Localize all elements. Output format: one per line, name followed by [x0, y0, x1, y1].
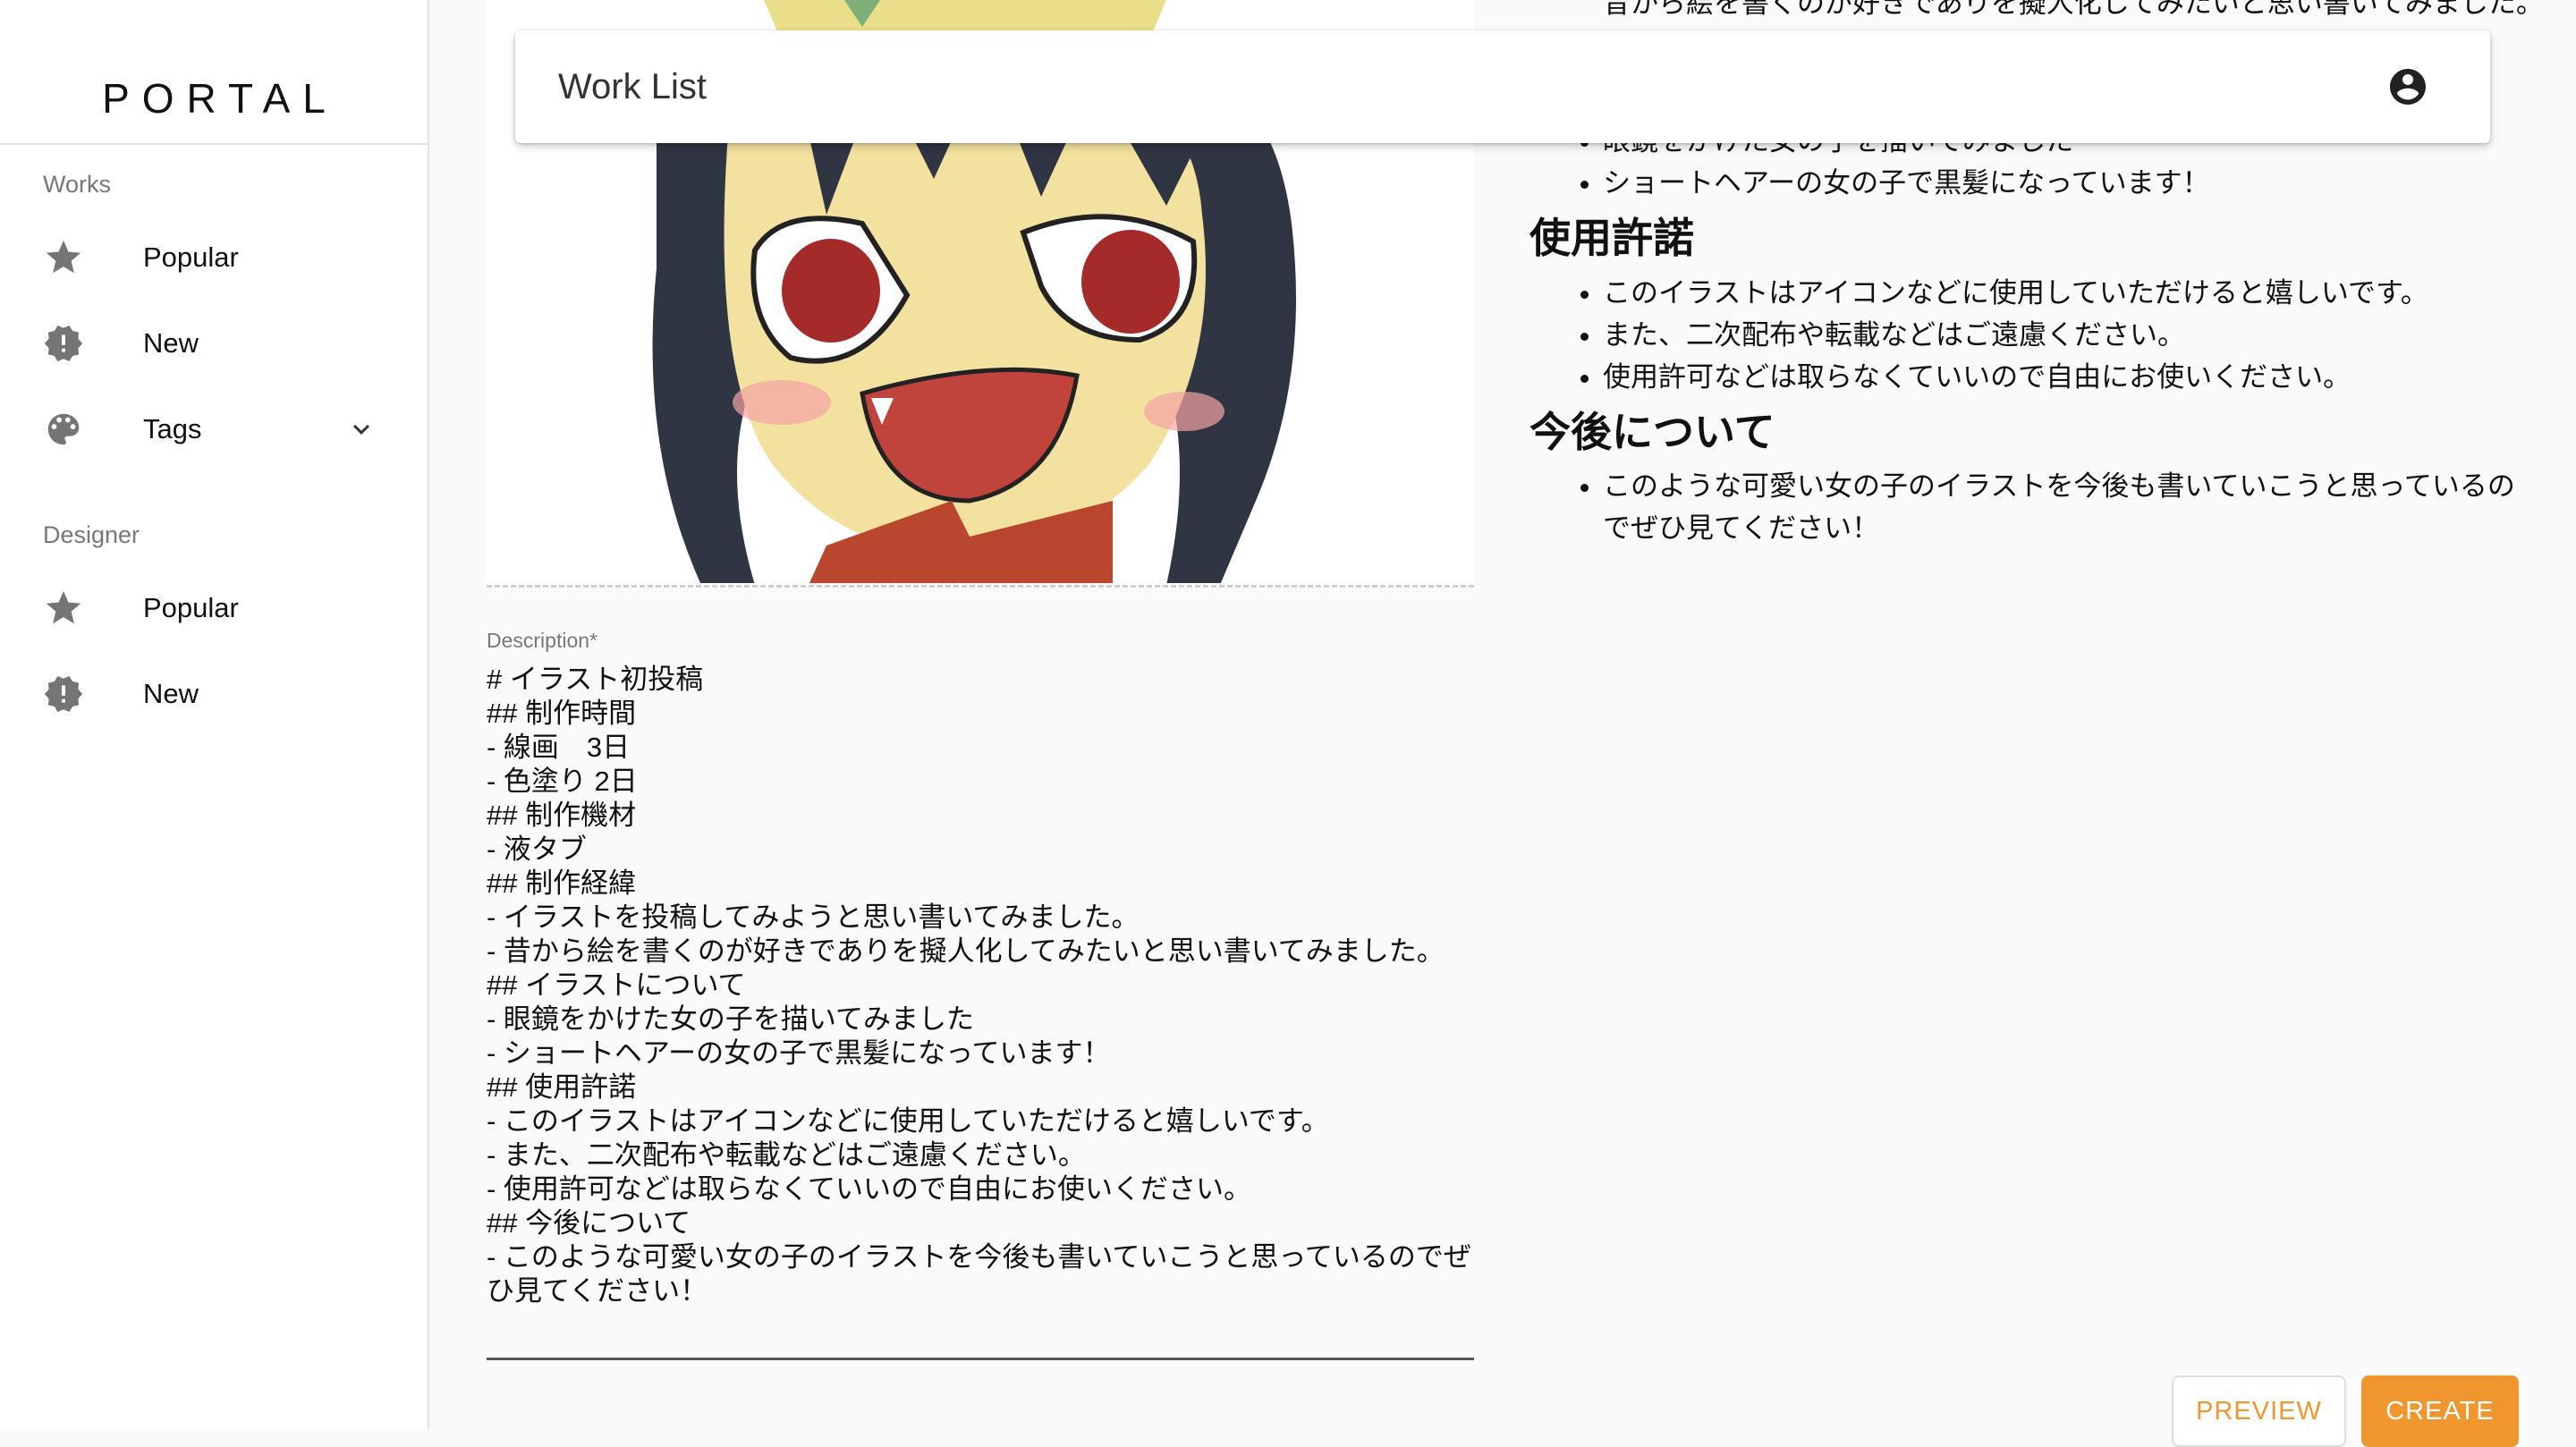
preview-cutoff-text: 昔から絵を書くのが好きでありを擬人化してみたいと思い書いてみました。 — [1603, 0, 2544, 19]
brand-logo[interactable]: PORTAL — [0, 0, 428, 145]
star-icon — [43, 588, 84, 629]
required-mark: * — [589, 629, 597, 652]
sidebar-item-label: Popular — [143, 592, 239, 623]
sidebar-item-label: New — [143, 678, 199, 709]
page-title: Work List — [558, 66, 707, 106]
sidebar-item-works-new[interactable]: New — [0, 300, 428, 386]
description-label: Description* — [487, 629, 597, 653]
palette-icon — [43, 409, 84, 450]
list-item: このような可愛い女の子のイラストを今後も書いていこうと思っているのでぜひ見てくだ… — [1603, 465, 2542, 549]
star-icon — [43, 237, 84, 278]
preview-list-future: このような可愛い女の子のイラストを今後も書いていこうと思っているのでぜひ見てくだ… — [1530, 465, 2542, 549]
new-releases-icon — [43, 673, 84, 715]
sidebar-item-label: Popular — [143, 241, 239, 273]
list-item: ショートヘアーの女の子で黒髪になっています！ — [1603, 162, 2210, 204]
chevron-down-icon[interactable] — [345, 413, 377, 445]
sidebar-item-designer-new[interactable]: New — [0, 651, 428, 737]
description-underline — [487, 1358, 1474, 1360]
main-content: Description* # イラスト初投稿 ## 制作時間 - 線画 3日 -… — [431, 0, 2576, 1429]
section-title-works: Works — [43, 171, 112, 198]
list-item: また、二次配布や転載などはご遠慮ください。 — [1603, 314, 2428, 356]
description-textarea[interactable]: # イラスト初投稿 ## 制作時間 - 線画 3日 - 色塗り 2日 ## 制作… — [487, 663, 1474, 1308]
sidebar: PORTAL Works Popular New Tags Designer P… — [0, 0, 429, 1429]
preview-button[interactable]: PREVIEW — [2172, 1375, 2346, 1447]
account-circle-icon[interactable] — [2386, 65, 2429, 108]
sidebar-item-works-tags[interactable]: Tags — [0, 386, 428, 472]
sidebar-item-label: Tags — [143, 413, 202, 444]
sidebar-item-label: New — [143, 327, 199, 359]
create-button[interactable]: CREATE — [2361, 1375, 2519, 1447]
section-title-designer: Designer — [43, 521, 140, 548]
new-releases-icon — [43, 323, 84, 364]
description-label-text: Description — [487, 629, 590, 652]
preview-heading-license: 使用許諾 — [1530, 215, 1694, 261]
list-item: このイラストはアイコンなどに使用していただけると嬉しいです。 — [1603, 272, 2428, 314]
app-bar: Work List — [515, 30, 2490, 143]
list-item: 使用許可などは取らなくていいので自由にお使いください。 — [1603, 356, 2428, 398]
preview-list-license: このイラストはアイコンなどに使用していただけると嬉しいです。 また、二次配布や転… — [1530, 272, 2428, 398]
sidebar-item-works-popular[interactable]: Popular — [0, 215, 428, 300]
preview-heading-future: 今後について — [1530, 409, 1775, 455]
sidebar-item-designer-popular[interactable]: Popular — [0, 565, 428, 651]
